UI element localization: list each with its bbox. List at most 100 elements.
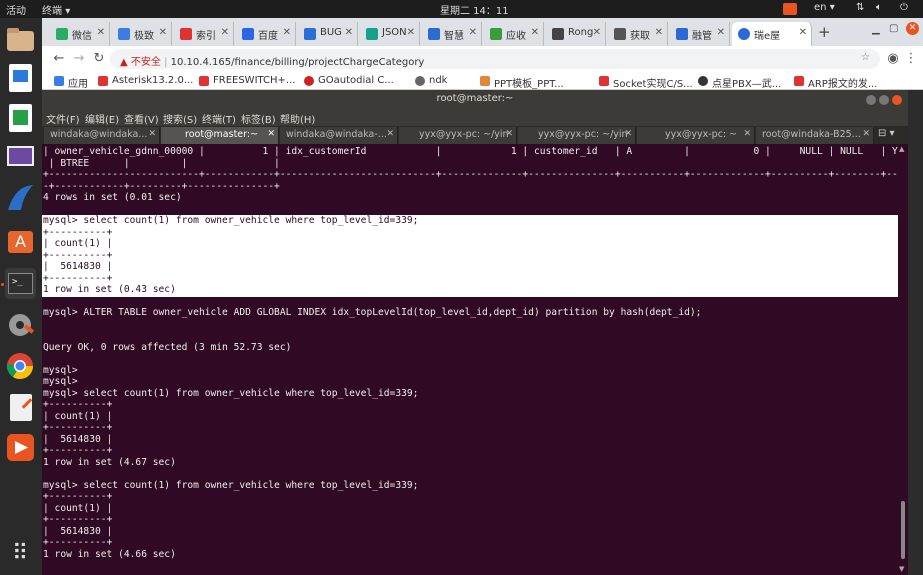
terminal-output[interactable]: | owner_vehicle_gdnn_00000 | 1 | idx_cus… <box>42 145 898 575</box>
bookmark-item[interactable]: Asterisk13.2.0... <box>98 75 193 86</box>
tab-close-icon[interactable]: ✕ <box>717 27 725 38</box>
tab-close-icon[interactable]: ✕ <box>655 27 663 38</box>
browser-tab[interactable]: JSON ✕ <box>360 22 420 46</box>
menu-icon[interactable]: ⋮ <box>902 50 920 68</box>
tab-close-icon[interactable]: ✕ <box>799 27 807 38</box>
close-icon[interactable] <box>892 95 902 105</box>
power-icon[interactable]: ⏻ <box>900 2 908 13</box>
url-field[interactable]: ▲ 不安全 | 10.10.4.165/finance/billing/proj… <box>110 49 880 69</box>
activities-button[interactable]: 活动 <box>6 2 26 17</box>
media-player-icon[interactable] <box>5 432 36 463</box>
tab-close-icon[interactable]: ✕ <box>283 27 291 38</box>
bookmark-item[interactable]: 点星PBX—武... <box>698 75 781 90</box>
new-tab-button[interactable]: + <box>818 23 831 41</box>
tab-overflow-icon[interactable]: ⊟ ▾ <box>878 128 895 139</box>
tab-close-icon[interactable]: ✕ <box>407 27 415 38</box>
terminal-tab[interactable]: windaka@windaka... ✕ <box>44 127 160 144</box>
bookmark-item[interactable]: PPT模板_PPT... <box>480 75 564 90</box>
clock[interactable]: 星期二 14：11 <box>440 2 509 17</box>
browser-tab-active[interactable]: 瑞e屋 ✕ <box>732 22 812 46</box>
bookmark-item[interactable]: ARP报文的发... <box>794 75 877 90</box>
bookmark-item[interactable]: 应用 <box>54 75 88 90</box>
browser-tab[interactable]: 融管 ✕ <box>670 22 730 46</box>
tab-label: 极致 <box>134 31 154 42</box>
tab-close-icon[interactable]: ✕ <box>97 27 105 38</box>
bookmark-star-icon[interactable]: ☆ <box>861 52 870 63</box>
text-editor-icon[interactable] <box>5 392 36 423</box>
tab-close-icon[interactable]: ✕ <box>531 27 539 38</box>
browser-tab[interactable]: 智慧 ✕ <box>422 22 482 46</box>
browser-tab[interactable]: 极致 ✕ <box>112 22 172 46</box>
scroll-up-icon[interactable]: ▲ <box>899 145 904 153</box>
tab-close-icon[interactable]: ✕ <box>221 27 229 38</box>
bookmark-item[interactable]: Socket实现C/S... <box>599 75 693 90</box>
browser-tab[interactable]: 微信 ✕ <box>50 22 110 46</box>
tab-favicon-icon <box>56 28 68 40</box>
remote-desktop-icon[interactable] <box>5 142 36 173</box>
tab-close-icon[interactable]: ✕ <box>862 129 870 139</box>
maximize-window-icon[interactable]: ▢ <box>889 23 898 34</box>
settings-icon[interactable] <box>5 310 36 341</box>
menu-terminal[interactable]: 终端(T) <box>202 111 236 126</box>
maximize-icon[interactable] <box>879 95 889 105</box>
tab-close-icon[interactable]: ✕ <box>148 129 156 139</box>
browser-tab[interactable]: 应收 ✕ <box>484 22 544 46</box>
menu-search[interactable]: 搜索(S) <box>163 111 197 126</box>
tab-close-icon[interactable]: ✕ <box>386 129 394 139</box>
tab-close-icon[interactable]: ✕ <box>159 27 167 38</box>
terminal-tab[interactable]: yyx@yyx-pc: ~ ✕ <box>637 127 755 144</box>
profile-icon[interactable]: ◉ <box>884 50 902 68</box>
tab-close-icon[interactable]: ✕ <box>624 129 632 139</box>
software-center-icon[interactable]: A <box>5 224 36 255</box>
tab-close-icon[interactable]: ✕ <box>505 129 513 139</box>
writer-icon[interactable] <box>5 62 36 93</box>
menu-file[interactable]: 文件(F) <box>46 111 80 126</box>
terminal-tab[interactable]: yyx@yyx-pc: ~/yin ✕ <box>399 127 517 144</box>
menu-help[interactable]: 帮助(H) <box>280 111 315 126</box>
close-window-icon[interactable]: ✕ <box>906 22 919 35</box>
app-menu[interactable]: 终端 ▾ <box>42 2 70 17</box>
browser-tab[interactable]: Rong ✕ <box>546 22 606 46</box>
terminal-tab[interactable]: root@windaka-B25... ✕ <box>756 127 874 144</box>
terminal-titlebar[interactable]: root@master:~ <box>42 90 908 108</box>
terminal-tab[interactable]: windaka@windaka-... ✕ <box>280 127 398 144</box>
bookmark-item[interactable]: ndk <box>415 75 447 86</box>
tab-close-icon[interactable]: ✕ <box>469 27 477 38</box>
browser-tab[interactable]: 获取 ✕ <box>608 22 668 46</box>
scrollbar-thumb[interactable] <box>901 501 905 559</box>
terminal-line: | 5614830 | <box>43 261 113 272</box>
forward-button[interactable]: → <box>70 50 88 68</box>
reload-button[interactable]: ↻ <box>90 50 108 68</box>
files-icon[interactable] <box>5 24 36 55</box>
tab-close-icon[interactable]: ✕ <box>743 129 751 139</box>
terminal-scrollbar[interactable]: ▲ ▼ <box>898 145 908 575</box>
minimize-window-icon[interactable]: ▁ <box>872 24 880 35</box>
menu-view[interactable]: 查看(V) <box>124 111 159 126</box>
browser-tab[interactable]: 索引 ✕ <box>174 22 234 46</box>
back-button[interactable]: ← <box>50 50 68 68</box>
bookmark-item[interactable]: FREESWITCH+... <box>199 75 295 86</box>
terminal-icon[interactable]: >_ <box>5 268 36 299</box>
tab-close-icon[interactable]: ✕ <box>593 27 601 38</box>
menu-edit[interactable]: 编辑(E) <box>85 111 119 126</box>
minimize-icon[interactable] <box>866 95 876 105</box>
language-menu[interactable]: en ▾ <box>814 2 835 13</box>
show-apps-grid-icon[interactable]: ⠿ <box>8 542 32 566</box>
network-icon[interactable]: ⇅ <box>856 2 864 13</box>
chrome-icon[interactable] <box>5 351 36 382</box>
scroll-down-icon[interactable]: ▼ <box>899 565 904 573</box>
menu-tabs[interactable]: 标签(B) <box>241 111 276 126</box>
terminal-tab-active[interactable]: root@master:~ ✕ <box>161 127 279 144</box>
calc-icon[interactable] <box>5 102 36 133</box>
terminal-line: +----------+ <box>43 445 113 456</box>
wireshark-icon[interactable] <box>5 182 36 213</box>
bookmark-item[interactable]: GOautodial C... <box>304 75 394 86</box>
volume-icon[interactable]: 🔈︎ <box>876 2 882 13</box>
tab-close-icon[interactable]: ✕ <box>345 27 353 38</box>
browser-tab[interactable]: BUG ✕ <box>298 22 358 46</box>
notification-icon[interactable] <box>783 3 797 15</box>
terminal-tab[interactable]: yyx@yyx-pc: ~/yin ✕ <box>518 127 636 144</box>
terminal-line: | count(1) | <box>43 238 113 249</box>
tab-close-icon[interactable]: ✕ <box>267 129 275 139</box>
browser-tab[interactable]: 百度 ✕ <box>236 22 296 46</box>
